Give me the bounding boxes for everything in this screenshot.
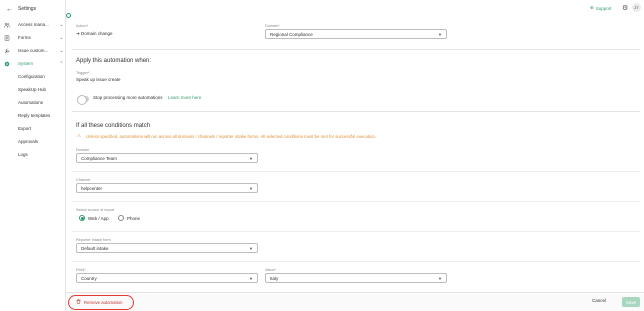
settings-title: Settings: [18, 6, 37, 12]
trigger-label: Trigger*: [76, 71, 90, 75]
sidebar-item-issue-customization[interactable]: Issue custom... ⌄: [4, 46, 64, 55]
channel-value: helpcenter: [81, 185, 103, 191]
field-value: Country: [81, 275, 97, 281]
divider: [72, 261, 640, 262]
channel-select[interactable]: helpcenter ▼: [76, 183, 258, 193]
sidebar-item-label: Issue custom...: [18, 48, 49, 53]
sidebar-subitem-approvals[interactable]: Approvals: [18, 139, 38, 144]
value-value: Italy: [270, 275, 279, 281]
apply-section: Apply this automation when: Trigger* Spe…: [72, 50, 640, 112]
apply-heading: Apply this automation when:: [76, 58, 152, 64]
condition-domain-value: Compliance Team: [81, 155, 117, 161]
remove-automation-button[interactable]: Remove automation: [72, 297, 126, 307]
sidebar-subitem-logs[interactable]: Logs: [18, 152, 28, 157]
remove-automation-label: Remove automation: [84, 299, 123, 305]
people-icon: [4, 22, 10, 28]
field-select[interactable]: Country ▼: [76, 273, 258, 283]
value-select[interactable]: Italy ▼: [265, 273, 447, 283]
chevron-down-icon: ⌄: [59, 47, 64, 54]
caret-down-icon: ▼: [249, 155, 253, 161]
field-label: Field*: [76, 268, 86, 272]
settings-back-button[interactable]: ← Settings: [6, 5, 36, 13]
trash-icon: [76, 299, 81, 305]
intake-form-label: Reporter intake form: [76, 238, 111, 242]
domain-target-select[interactable]: Regional Compliance ▼: [265, 29, 447, 39]
channel-label: Channel: [76, 178, 91, 182]
chevron-down-icon: ⌄: [59, 34, 64, 41]
radio-label: Phone: [127, 215, 141, 221]
sidebar-item-label: Access mana...: [18, 22, 49, 27]
stop-processing-toggle[interactable]: [77, 95, 89, 105]
divider: [72, 231, 640, 232]
form-icon: [4, 34, 10, 41]
collapse-sidebar-toggle[interactable]: [66, 13, 71, 18]
conditions-warning: ⚠ Unless specified, automations will run…: [77, 133, 376, 139]
source-option-phone[interactable]: Phone: [118, 215, 140, 221]
radio-label: Web / App: [88, 215, 109, 221]
action-section: Action* ➜ Domain change Domain* Regional…: [72, 12, 640, 50]
back-arrow-icon: ←: [6, 5, 13, 13]
domain-target-label: Domain*: [265, 24, 280, 28]
radio-unchecked-icon: [118, 215, 124, 221]
trigger-value: Speak up issue create: [76, 77, 121, 82]
footer-bar: Remove automation Cancel Save: [66, 292, 644, 311]
sidebar-subitem-export[interactable]: Export: [18, 126, 31, 131]
caret-down-icon: ▼: [249, 245, 253, 251]
sidebar-subitem-speakup-hub[interactable]: SpeakUp Hub: [18, 87, 46, 92]
source-label: Select source of report: [76, 208, 115, 212]
warning-text: Unless specified, automations will run a…: [85, 133, 377, 139]
warning-icon: ⚠: [77, 133, 81, 138]
radio-checked-icon: [79, 215, 85, 221]
sidebar-item-label: System: [18, 61, 34, 66]
conditions-section: If all these conditions match ⚠ Unless s…: [72, 112, 640, 292]
cancel-button[interactable]: Cancel: [592, 298, 606, 303]
learn-more-link[interactable]: Learn more here: [168, 95, 201, 100]
domain-target-value: Regional Compliance: [270, 31, 313, 37]
sidebar-subitem-reply-templates[interactable]: Reply templates: [18, 113, 50, 118]
action-label: Action*: [76, 24, 89, 28]
intake-form-select[interactable]: Default intake ▼: [76, 243, 258, 253]
caret-down-icon: ▼: [438, 31, 442, 37]
chevron-up-icon: ⌃: [59, 60, 64, 67]
save-button[interactable]: Save: [622, 297, 640, 307]
caret-down-icon: ▼: [249, 275, 253, 281]
caret-down-icon: ▼: [438, 275, 442, 281]
caret-down-icon: ▼: [249, 185, 253, 191]
gear-icon: [4, 61, 10, 67]
automation-editor: Action* ➜ Domain change Domain* Regional…: [72, 0, 642, 292]
condition-domain-select[interactable]: Compliance Team ▼: [76, 153, 258, 163]
condition-domain-label: Domain: [76, 148, 90, 152]
intake-form-value: Default intake: [81, 245, 109, 251]
conditions-heading: If all these conditions match: [76, 123, 151, 129]
source-option-web-app[interactable]: Web / App: [79, 215, 109, 221]
stop-processing-label: Stop processing more automations: [93, 95, 163, 100]
sidebar-item-access-management[interactable]: Access mana... ⌄: [4, 20, 64, 29]
sidebar-subitem-configuration[interactable]: Configuration: [18, 74, 45, 79]
wrench-icon: [4, 48, 10, 54]
sidebar-subitem-automations[interactable]: Automations: [18, 100, 43, 105]
sidebar-item-forms[interactable]: Forms ⌄: [4, 33, 64, 42]
divider: [72, 201, 640, 202]
sidebar: ← Settings Access mana... ⌄ Forms ⌄ Issu…: [0, 0, 66, 311]
chevron-down-icon: ⌄: [59, 21, 64, 28]
divider: [72, 171, 640, 172]
sidebar-item-label: Forms: [18, 35, 31, 40]
action-value: ➜ Domain change: [76, 31, 113, 36]
value-label: Value*: [265, 268, 276, 272]
sidebar-item-system[interactable]: System ⌃: [4, 59, 64, 68]
